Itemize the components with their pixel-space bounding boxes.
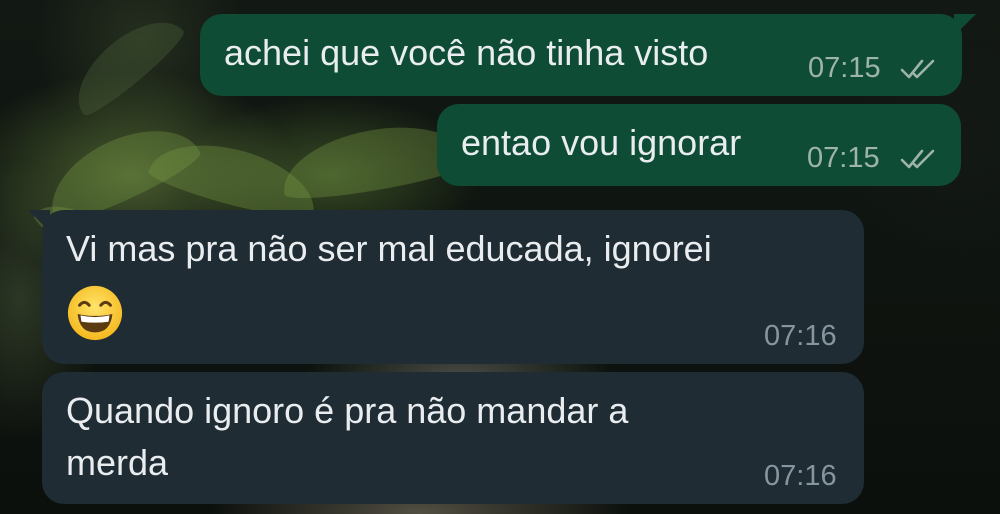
bubble-tail xyxy=(954,14,976,36)
double-check-icon xyxy=(900,59,935,79)
message-bubble-outgoing[interactable]: achei que você não tinha visto 07:15 xyxy=(200,14,976,96)
message-bubble-outgoing[interactable]: entao vou ignorar 07:15 xyxy=(437,104,961,186)
message-bubble-incoming[interactable]: Vi mas pra não ser mal educada, ignorei … xyxy=(28,210,864,364)
message-bubble-incoming[interactable]: Quando ignoro é pra não mandar a merda 0… xyxy=(42,372,864,504)
message-time: 07:16 xyxy=(764,320,837,352)
message-time: 07:16 xyxy=(764,460,837,492)
wallpaper-leaf xyxy=(60,3,190,122)
message-text: entao vou ignorar xyxy=(461,122,742,163)
message-text-line-2: merda xyxy=(66,442,169,483)
bubble-tail xyxy=(28,210,50,232)
message-text: achei que você não tinha visto xyxy=(224,32,709,73)
message-text-line-1: Quando ignoro é pra não mandar a xyxy=(66,390,629,431)
double-check-icon xyxy=(900,149,935,169)
message-text: Vi mas pra não ser mal educada, ignorei xyxy=(66,228,712,269)
grinning-face-emoji xyxy=(67,285,123,341)
message-time: 07:15 xyxy=(807,142,880,174)
message-time: 07:15 xyxy=(808,52,881,84)
